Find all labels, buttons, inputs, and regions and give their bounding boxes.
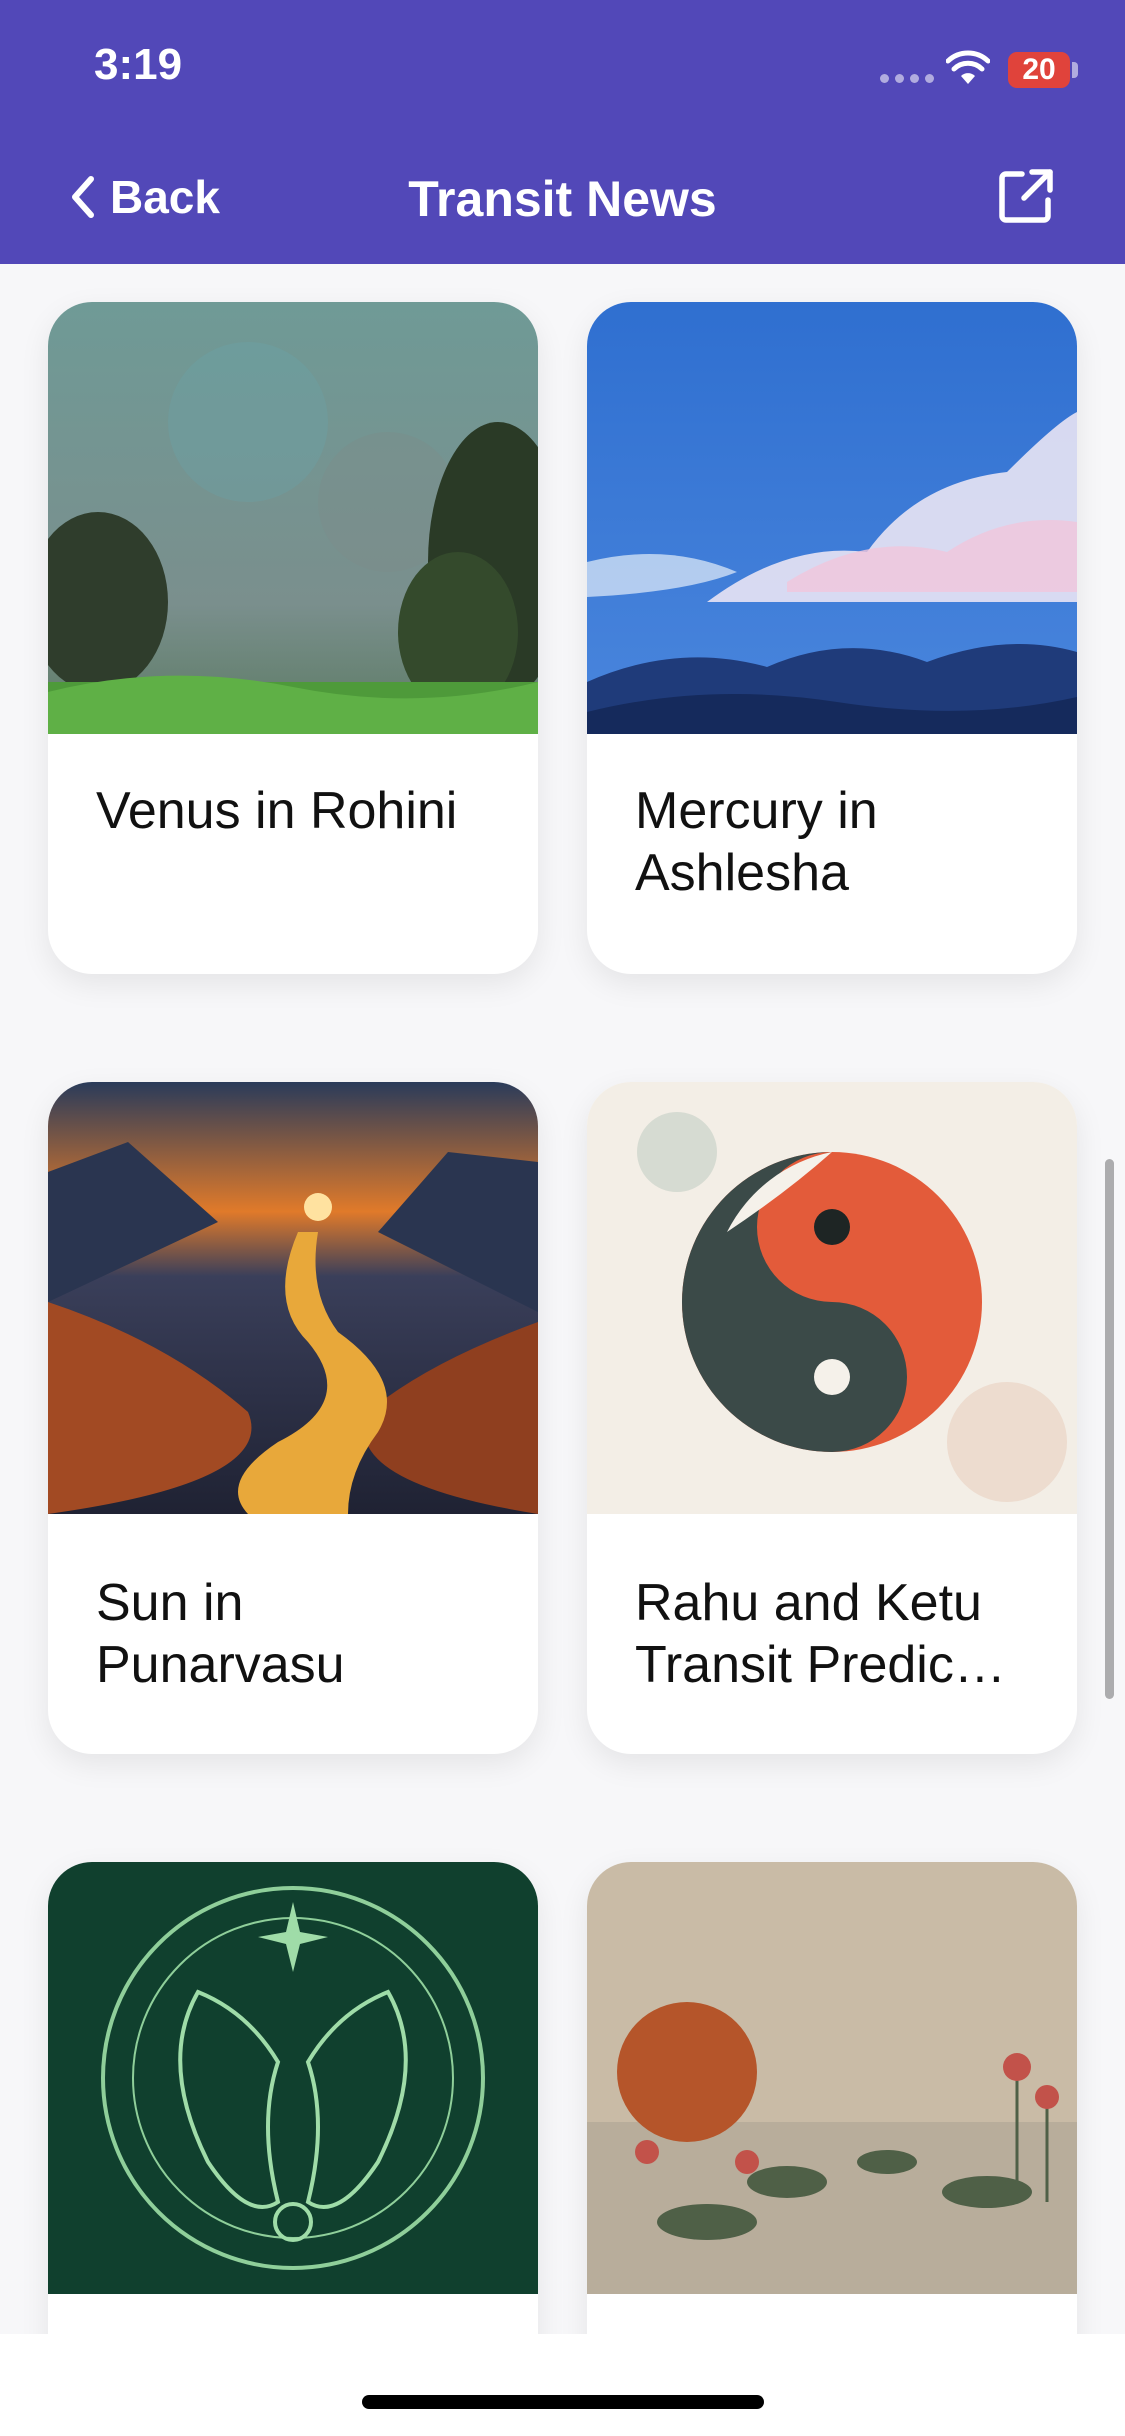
article-image [587,1082,1077,1514]
back-label: Back [110,171,220,223]
article-card[interactable]: Rahu and Ketu Transit Predic… [587,1082,1077,1754]
article-title [587,2294,1077,2334]
article-title: Venus in Rohini [96,782,458,840]
article-title: Mercury in Ashlesha [635,782,878,902]
article-card[interactable] [587,1862,1077,2334]
article-card[interactable]: Venus in Rohini [48,302,538,974]
navigation-header: 3:19 20 Back Transit News [0,0,1125,264]
article-image [48,1862,538,2294]
status-time: 3:19 [94,40,183,89]
article-image [587,302,1077,734]
battery-cap [1072,62,1078,78]
article-card[interactable]: Mercury in Ashlesha [587,302,1077,974]
article-title: Rahu and Ketu Transit Predic… [635,1574,1006,1694]
back-button[interactable]: Back [70,170,220,224]
cellular-signal-icon [880,74,934,83]
scroll-indicator[interactable] [1105,1159,1114,1699]
wifi-icon [946,50,990,84]
article-image [587,1862,1077,2294]
article-image [48,302,538,734]
article-card[interactable] [48,1862,538,2334]
article-card[interactable]: Sun in Punarvasu [48,1082,538,1754]
home-indicator[interactable] [362,2395,764,2409]
article-title: Sun in Punarvasu [96,1574,345,1694]
battery-indicator: 20 [1008,52,1070,88]
article-title [48,2294,538,2334]
article-image [48,1082,538,1514]
share-external-icon[interactable] [996,166,1056,226]
article-grid: Venus in Rohini Mercury in Ashlesha Sun … [0,264,1125,2334]
chevron-left-icon [72,176,94,218]
bottom-safe-area [0,2334,1125,2436]
